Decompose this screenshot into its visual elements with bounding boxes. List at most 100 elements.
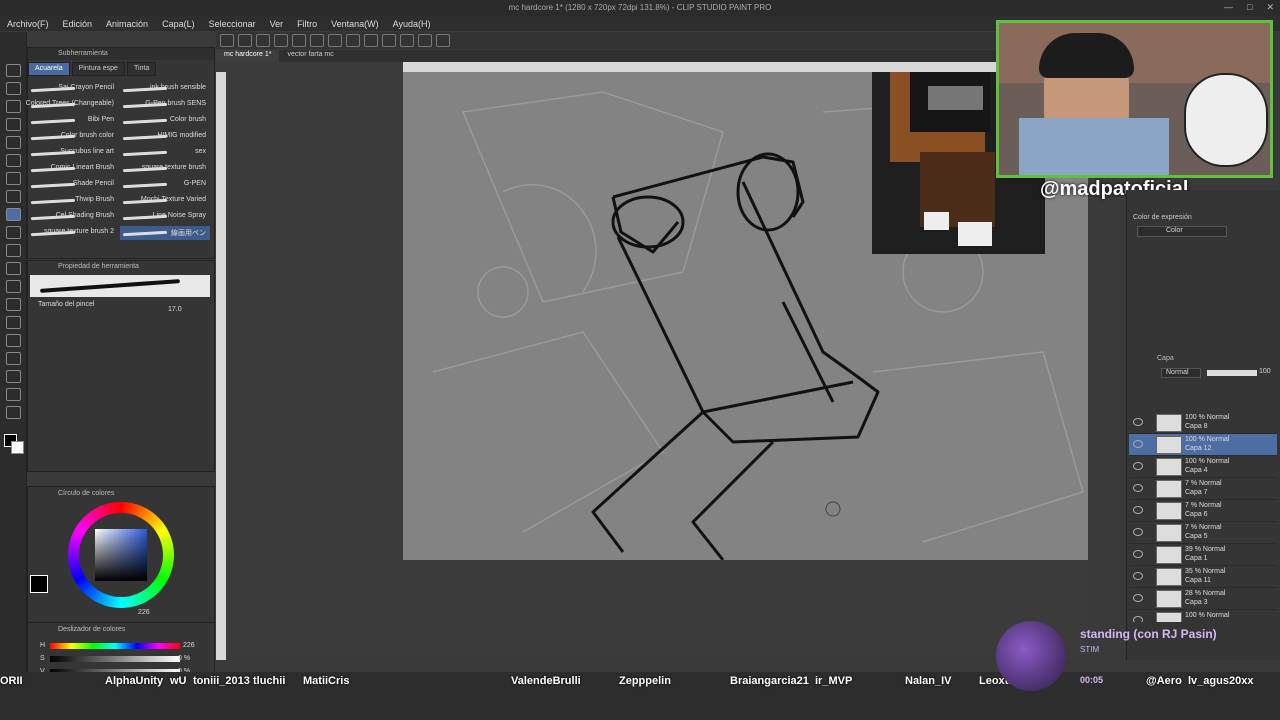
layer-row[interactable]: 100 % Normal Capa 8	[1129, 412, 1277, 434]
brush-item[interactable]: Sai Crayon Pencil	[28, 82, 118, 96]
ruler-icon[interactable]	[436, 34, 450, 47]
menu-archivo[interactable]: Archivo(F)	[0, 19, 56, 29]
brush-size-value[interactable]: 17.0	[168, 306, 182, 313]
blend-tool-icon[interactable]	[6, 262, 21, 275]
minimize-button[interactable]: —	[1224, 2, 1233, 13]
eye-icon[interactable]	[1133, 418, 1143, 426]
tab-pintura-espesa[interactable]: Pintura espe	[71, 62, 125, 76]
eye-icon[interactable]	[1133, 594, 1143, 602]
menu-ventana[interactable]: Ventana(W)	[324, 19, 386, 29]
opacity-slider[interactable]	[1207, 370, 1257, 376]
crop-icon[interactable]	[382, 34, 396, 47]
zoom-tool-icon[interactable]	[6, 64, 21, 77]
correct-line-tool-icon[interactable]	[6, 406, 21, 419]
menu-capa[interactable]: Capa(L)	[155, 19, 202, 29]
brush-item[interactable]: Line Noise Spray	[120, 210, 210, 224]
hue-slider[interactable]	[50, 643, 180, 649]
eye-icon[interactable]	[1133, 506, 1143, 514]
saturation-slider[interactable]	[50, 656, 180, 662]
menu-ver[interactable]: Ver	[263, 19, 291, 29]
frame-tool-icon[interactable]	[6, 334, 21, 347]
redo-icon[interactable]	[292, 34, 306, 47]
brush-item[interactable]: Color brush color	[28, 130, 118, 144]
brush-item[interactable]: Comic Lineart Brush	[28, 162, 118, 176]
layer-row[interactable]: 7 % Normal Capa 6	[1129, 500, 1277, 522]
clear-icon[interactable]	[310, 34, 324, 47]
deselect-icon[interactable]	[364, 34, 378, 47]
maximize-button[interactable]: □	[1247, 2, 1252, 13]
invert-icon[interactable]	[400, 34, 414, 47]
blend-mode-select[interactable]: Normal	[1161, 368, 1201, 378]
tab-mc-hardcore[interactable]: mc hardcore 1*	[216, 50, 280, 62]
brush-item[interactable]: square texture brush 2	[28, 226, 118, 240]
eyedropper-tool-icon[interactable]	[6, 154, 21, 167]
pencil-tool-icon[interactable]	[6, 190, 21, 203]
undo-icon[interactable]	[274, 34, 288, 47]
layer-row[interactable]: 7 % Normal Capa 7	[1129, 478, 1277, 500]
brush-item[interactable]: Shade Pencil	[28, 178, 118, 192]
menu-ayuda[interactable]: Ayuda(H)	[386, 19, 438, 29]
save-icon[interactable]	[256, 34, 270, 47]
lasso-tool-icon[interactable]	[6, 136, 21, 149]
layer-row[interactable]: 100 % Normal Capa 4	[1129, 456, 1277, 478]
close-button[interactable]: ✕	[1266, 2, 1274, 13]
tab-vector-farta[interactable]: vector farta mc	[279, 50, 341, 62]
brush-item[interactable]: ink brush sensible	[120, 82, 210, 96]
eye-icon[interactable]	[1133, 440, 1143, 448]
eye-icon[interactable]	[1133, 550, 1143, 558]
sub-color-swatch[interactable]	[11, 441, 24, 454]
expression-select[interactable]: Color	[1137, 226, 1227, 237]
brush-tool-icon[interactable]	[6, 208, 21, 221]
layer-row[interactable]: 35 % Normal Capa 11	[1129, 566, 1277, 588]
brush-item[interactable]: Mochi Texture Varied	[120, 194, 210, 208]
text-tool-icon[interactable]	[6, 370, 21, 383]
hue-ring[interactable]	[68, 502, 174, 608]
open-icon[interactable]	[238, 34, 252, 47]
brush-item[interactable]: sex	[120, 146, 210, 160]
pen-tool-icon[interactable]	[6, 172, 21, 185]
brush-item[interactable]: 線画用ペン	[120, 226, 210, 240]
brush-item[interactable]: G-PEN	[120, 178, 210, 192]
eye-icon[interactable]	[1133, 528, 1143, 536]
brush-item[interactable]: Bibi Pen	[28, 114, 118, 128]
figure-tool-icon[interactable]	[6, 316, 21, 329]
brush-item[interactable]: square texture brush	[120, 162, 210, 176]
gradient-tool-icon[interactable]	[6, 298, 21, 311]
airbrush-tool-icon[interactable]	[6, 226, 21, 239]
tab-acuarela[interactable]: Acuarela	[28, 62, 70, 76]
fill-tool-icon[interactable]	[6, 280, 21, 293]
snap-icon[interactable]	[418, 34, 432, 47]
layer-row[interactable]: 39 % Normal Capa 1	[1129, 544, 1277, 566]
layer-row[interactable]: 100 % Normal	[1129, 610, 1277, 622]
brush-item[interactable]: HIMIG modified	[120, 130, 210, 144]
new-icon[interactable]	[220, 34, 234, 47]
eye-icon[interactable]	[1133, 616, 1143, 622]
eraser-tool-icon[interactable]	[6, 244, 21, 257]
brush-item[interactable]: Succubus line art	[28, 146, 118, 160]
hand-tool-icon[interactable]	[6, 82, 21, 95]
layer-row[interactable]: 100 % Normal Capa 12	[1129, 434, 1277, 456]
menu-animacion[interactable]: Animación	[99, 19, 155, 29]
menu-seleccionar[interactable]: Seleccionar	[202, 19, 263, 29]
layer-row[interactable]: 28 % Normal Capa 3	[1129, 588, 1277, 610]
select-tool-icon[interactable]	[6, 118, 21, 131]
eye-icon[interactable]	[1133, 484, 1143, 492]
balloon-tool-icon[interactable]	[6, 388, 21, 401]
saturation-value-square[interactable]	[95, 529, 147, 581]
ruler-tool-icon[interactable]	[6, 352, 21, 365]
transform-icon[interactable]	[328, 34, 342, 47]
layer-row[interactable]: 7 % Normal Capa 5	[1129, 522, 1277, 544]
menu-edicion[interactable]: Edición	[56, 19, 100, 29]
brush-item[interactable]: G-Pen brush SENS	[120, 98, 210, 112]
brush-item[interactable]: Colored Trees (Changeable)	[26, 98, 118, 112]
move-tool-icon[interactable]	[6, 100, 21, 113]
fill-icon[interactable]	[346, 34, 360, 47]
eye-icon[interactable]	[1133, 462, 1143, 470]
menu-filtro[interactable]: Filtro	[290, 19, 324, 29]
current-color-swatch[interactable]	[30, 575, 48, 593]
brush-item[interactable]: Cel Shading Brush	[28, 210, 118, 224]
brush-item[interactable]: Thwip Brush	[28, 194, 118, 208]
tab-tinta[interactable]: Tinta	[126, 62, 157, 76]
eye-icon[interactable]	[1133, 572, 1143, 580]
brush-item[interactable]: Color brush	[120, 114, 210, 128]
